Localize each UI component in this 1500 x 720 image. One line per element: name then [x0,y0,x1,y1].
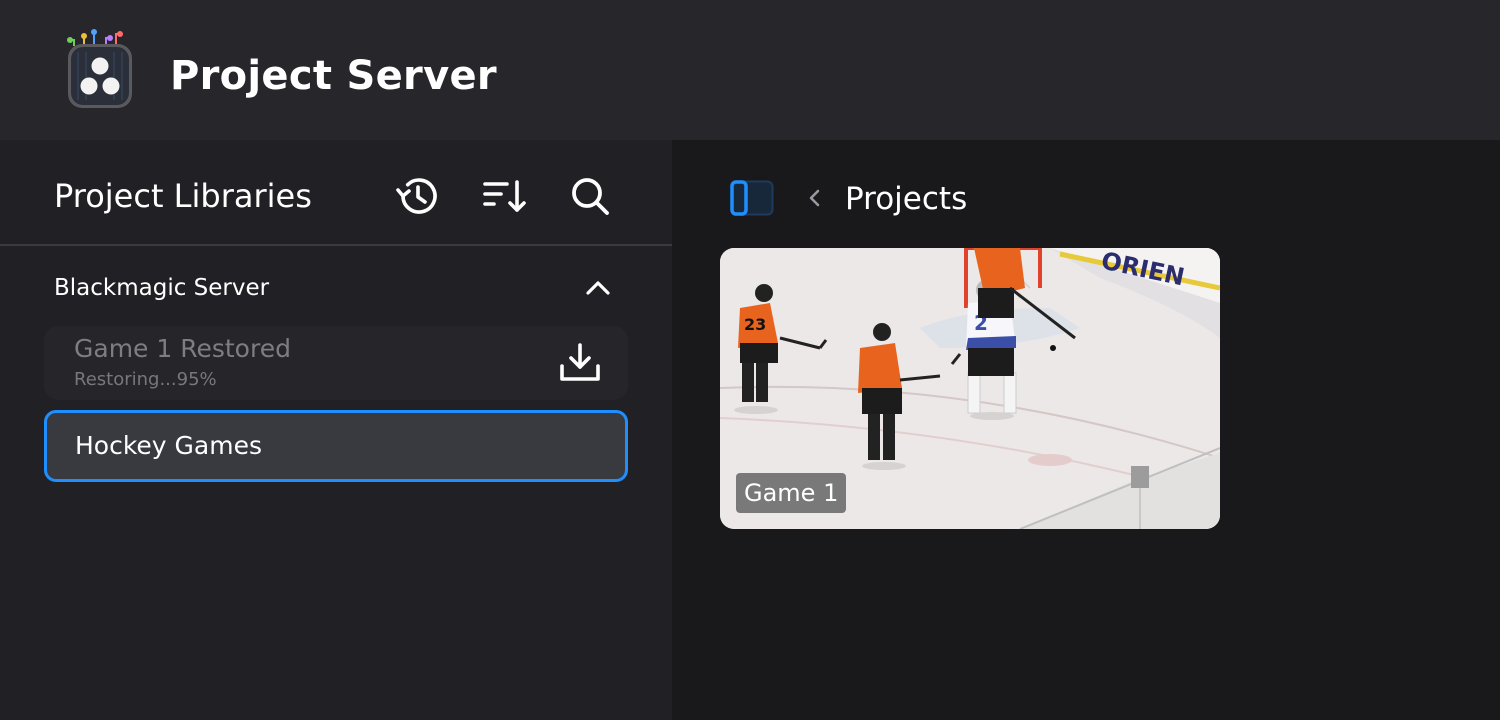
chevron-up-icon[interactable] [584,274,612,302]
app-header: Project Server [0,0,1500,140]
sidebar-title: Project Libraries [54,177,312,215]
history-icon[interactable] [394,172,442,220]
library-item-restoring[interactable]: Game 1 Restored Restoring...95% [44,326,628,400]
project-name: Game 1 [736,473,847,513]
library-name: Hockey Games [75,431,262,460]
server-group-header[interactable]: Blackmagic Server [54,268,628,308]
sidebar-divider [0,244,672,246]
restore-status: Restoring...95% [74,369,217,390]
library-name: Game 1 Restored [74,334,291,363]
server-group-label: Blackmagic Server [54,275,270,301]
page-title: Projects [845,181,968,217]
download-icon[interactable] [558,342,602,384]
app-logo-icon [60,28,140,112]
project-libraries-sidebar: Project Libraries Blackmagic Server Game… [0,140,672,720]
search-icon[interactable] [566,172,614,220]
sort-descending-icon[interactable] [481,172,529,220]
app-title: Project Server [170,53,497,99]
projects-panel: Projects ORIEN 23 2 Game 1 [672,140,1500,720]
sidebar-toggle-icon[interactable] [730,180,774,216]
project-card[interactable]: ORIEN 23 2 Game 1 [720,248,1220,529]
chevron-left-icon[interactable] [806,188,824,208]
svg-text:23: 23 [744,315,766,334]
library-item-selected[interactable]: Hockey Games [44,410,628,482]
